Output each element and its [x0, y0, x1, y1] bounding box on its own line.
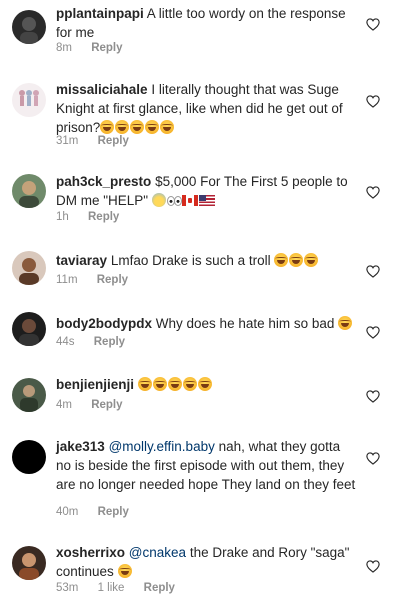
comment-time: 1h [56, 211, 69, 223]
emoji-laugh [274, 253, 289, 267]
emoji-laugh [289, 253, 304, 267]
comment-body: Why does he hate him so bad [155, 316, 335, 331]
emoji-laugh [182, 377, 197, 391]
heart-icon[interactable] [366, 18, 380, 31]
reply-button[interactable]: Reply [98, 135, 129, 147]
comment-time: 53m [56, 582, 79, 594]
emoji-laugh [160, 120, 175, 134]
comment-text: body2bodypdx Why does he hate him so bad [56, 314, 356, 333]
comment-item: pah3ck_presto $5,000 For The First 5 peo… [0, 170, 401, 232]
comment-time: 44s [56, 336, 75, 348]
flag-canada-icon [181, 195, 198, 206]
comment-text: xosherrixo @cnakea the Drake and Rory "s… [56, 543, 356, 581]
comment-time: 40m [56, 506, 79, 518]
comment-text: benjienjienji [56, 375, 356, 394]
heart-icon[interactable] [366, 265, 380, 278]
emoji-laugh [197, 377, 212, 391]
heart-icon[interactable] [366, 326, 380, 339]
comment-text: pplantainpapi A little too wordy on the … [56, 4, 356, 42]
comment-meta: 31m Reply [56, 135, 145, 147]
comment-username[interactable]: pah3ck_presto [56, 174, 151, 189]
avatar[interactable] [12, 546, 46, 580]
comment-mention[interactable]: @molly.effin.baby [109, 439, 215, 454]
avatar[interactable] [12, 83, 46, 117]
comment-username[interactable]: benjienjienji [56, 377, 134, 392]
comment-time: 31m [56, 135, 79, 147]
comment-username[interactable]: pplantainpapi [56, 6, 144, 21]
reply-button[interactable]: Reply [91, 399, 122, 411]
emoji-laugh [338, 316, 353, 330]
emoji-eyes [166, 193, 182, 207]
avatar[interactable] [12, 251, 46, 285]
avatar[interactable] [12, 174, 46, 208]
comment-time: 8m [56, 42, 72, 54]
comment-meta: 44s Reply [56, 336, 141, 348]
avatar[interactable] [12, 10, 46, 44]
reply-button[interactable]: Reply [91, 42, 122, 54]
comment-meta: 40m Reply [56, 506, 145, 518]
comment-text: missaliciahale I literally thought that … [56, 80, 356, 137]
comment-item: taviaray Lmfao Drake is such a troll 11m… [0, 245, 401, 295]
comment-item: body2bodypdx Why does he hate him so bad… [0, 308, 401, 358]
comment-meta: 1h Reply [56, 211, 135, 223]
emoji-laugh [115, 120, 130, 134]
heart-icon[interactable] [366, 560, 380, 573]
emoji-laugh [152, 377, 167, 391]
heart-icon[interactable] [366, 95, 380, 108]
comment-meta: 8m Reply [56, 42, 139, 54]
heart-icon[interactable] [366, 390, 380, 403]
heart-icon[interactable] [366, 186, 380, 199]
comment-text: jake313 @molly.effin.baby nah, what they… [56, 437, 356, 494]
emoji-laugh [100, 120, 115, 134]
comment-likes[interactable]: 1 like [98, 582, 125, 594]
reply-button[interactable]: Reply [98, 506, 129, 518]
comment-username[interactable]: taviaray [56, 253, 107, 268]
comment-item: xosherrixo @cnakea the Drake and Rory "s… [0, 540, 401, 600]
emoji-laugh [167, 377, 182, 391]
emoji-scream [151, 193, 166, 207]
comment-mention[interactable]: @cnakea [129, 545, 186, 560]
flag-usa-icon [198, 195, 215, 206]
comment-text: taviaray Lmfao Drake is such a troll [56, 251, 356, 270]
comment-username[interactable]: xosherrixo [56, 545, 125, 560]
comment-meta: 53m 1 like Reply [56, 582, 191, 594]
comment-item: pplantainpapi A little too wordy on the … [0, 0, 401, 62]
avatar[interactable] [12, 312, 46, 346]
reply-button[interactable]: Reply [144, 582, 175, 594]
emoji-laugh [117, 564, 132, 578]
reply-button[interactable]: Reply [97, 274, 128, 286]
avatar[interactable] [12, 378, 46, 412]
comment-item: missaliciahale I literally thought that … [0, 75, 401, 155]
comment-username[interactable]: body2bodypdx [56, 316, 152, 331]
reply-button[interactable]: Reply [88, 211, 119, 223]
comment-item: jake313 @molly.effin.baby nah, what they… [0, 432, 401, 524]
comment-meta: 4m Reply [56, 399, 139, 411]
comment-time: 11m [56, 274, 78, 286]
comment-text: pah3ck_presto $5,000 For The First 5 peo… [56, 172, 356, 210]
comment-time: 4m [56, 399, 72, 411]
emoji-laugh [304, 253, 319, 267]
comment-item: benjienjienji 4m Reply [0, 372, 401, 422]
comment-username[interactable]: jake313 [56, 439, 105, 454]
comment-body: Lmfao Drake is such a troll [110, 253, 271, 268]
reply-button[interactable]: Reply [94, 336, 125, 348]
comment-meta: 11m Reply [56, 274, 144, 286]
avatar[interactable] [12, 440, 46, 474]
emoji-laugh [137, 377, 152, 391]
emoji-laugh [145, 120, 160, 134]
emoji-laugh [130, 120, 145, 134]
comment-username[interactable]: missaliciahale [56, 82, 148, 97]
heart-icon[interactable] [366, 452, 380, 465]
